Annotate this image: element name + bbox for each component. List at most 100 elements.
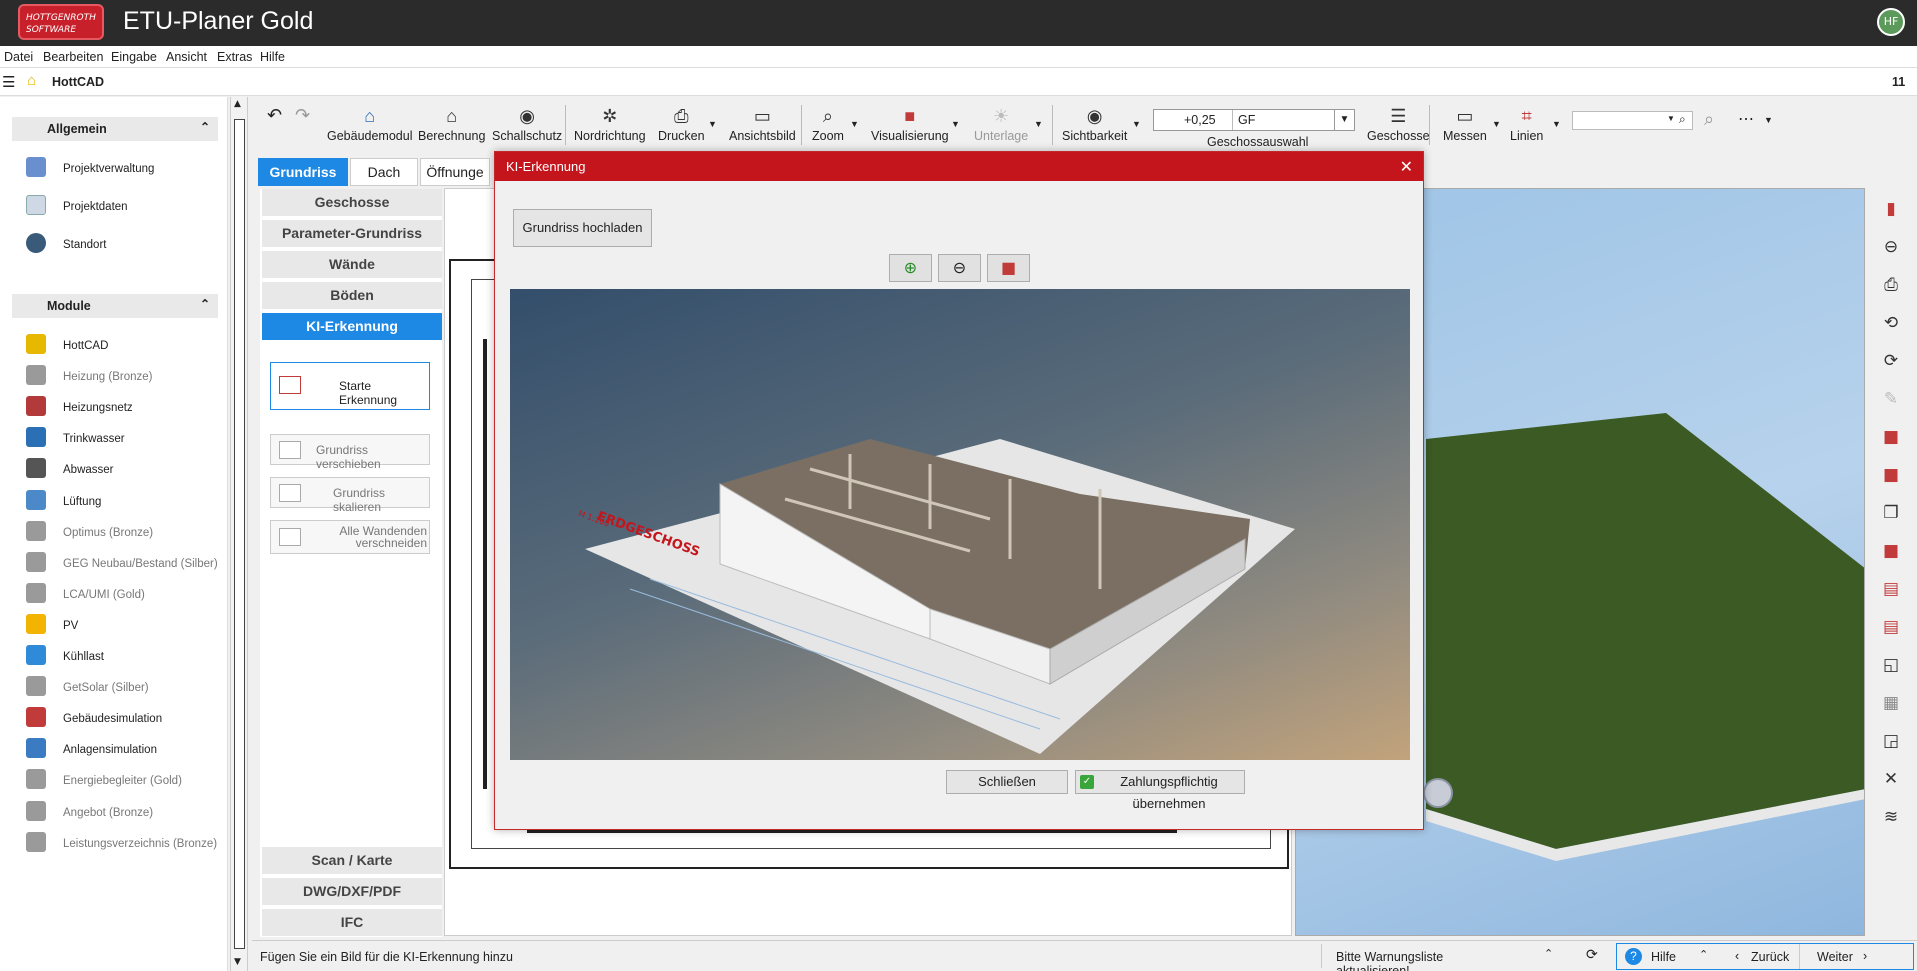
chevron-right-icon[interactable]: › [1863,949,1867,963]
sidebar-item-module[interactable]: Heizung (Bronze) [26,365,216,389]
select-frame-icon[interactable]: ◲ [1880,730,1902,752]
sidebar-item-module[interactable]: Angebot (Bronze) [26,800,216,825]
close-icon[interactable]: ✕ [1400,157,1413,177]
sidebar-item-module[interactable]: Anlagensimulation [26,738,216,762]
menu-extras[interactable]: Extras [217,50,252,64]
back-button[interactable]: Zurück [1751,950,1789,964]
nav-dwg-dxf-pdf[interactable]: DWG/DXF/PDF [262,878,442,906]
scroll-thumb[interactable] [234,119,245,949]
chevron-down-icon[interactable]: ▼ [1667,114,1675,123]
back-arrow-icon[interactable]: ⊖ [1880,236,1902,258]
sidebar-item-projektverwaltung[interactable]: Projektverwaltung [26,157,216,181]
panel-toggle-icon[interactable]: ▮ [1880,198,1902,220]
chevron-down-icon[interactable]: ▼ [1132,119,1141,129]
chevron-down-icon[interactable]: ▼ [1334,110,1354,130]
help-button[interactable]: Hilfe [1651,950,1676,964]
menu-ansicht[interactable]: Ansicht [166,50,207,64]
menu-bearbeiten[interactable]: Bearbeiten [43,50,103,64]
nordrichtung-button[interactable]: ✲ Nordrichtung [574,105,646,143]
cube-home-icon[interactable]: ■ [1880,540,1902,562]
sidebar-scrollbar[interactable]: ▲ ▼ [230,97,248,971]
sichtbarkeit-button[interactable]: ◉ Sichtbarkeit [1062,105,1127,143]
rotate-cube-icon[interactable]: ⟲ [1880,312,1902,334]
sidebar-item-projektdaten[interactable]: Projektdaten [26,195,216,219]
tab-oeffnungen[interactable]: Öffnunge [420,158,490,186]
chevron-down-icon[interactable]: ▼ [1764,115,1773,125]
visualisierung-button[interactable]: ■ Visualisierung [871,105,949,143]
sidebar-item-module[interactable]: HottCAD [26,334,216,358]
next-button[interactable]: Weiter [1817,950,1853,964]
copy-edit-icon[interactable]: ❐ [1880,502,1902,524]
chart-icon[interactable]: ▤ [1880,578,1902,600]
redo-icon[interactable]: ↷ [295,105,310,126]
nav-boeden[interactable]: Böden [262,282,442,310]
sidebar-group-general[interactable]: Allgemein ⌃ [12,117,218,141]
tab-dach[interactable]: Dach [350,158,418,186]
berechnung-button[interactable]: ⌂ Berechnung [418,105,485,143]
red-cube-icon[interactable]: ■ [1880,426,1902,448]
undo-icon[interactable]: ↶ [267,105,282,126]
sidebar-item-module[interactable]: Kühllast [26,645,216,669]
sidebar-item-module[interactable]: GEG Neubau/Bestand (Silber) [26,551,218,576]
drucken-button[interactable]: ⎙ Drucken [658,105,705,143]
geschosse-button[interactable]: ☰ Geschosse [1367,105,1430,143]
nav-ifc[interactable]: IFC [262,909,442,937]
sidebar-item-module[interactable]: LCA/UMI (Gold) [26,582,216,607]
sidebar-item-module[interactable]: Abwasser [26,458,216,482]
more-options-icon[interactable]: ⋯ [1738,109,1754,129]
messen-button[interactable]: ▭ Messen [1443,105,1487,143]
menu-eingabe[interactable]: Eingabe [111,50,157,64]
sidebar-item-module[interactable]: Gebäudesimulation [26,707,216,731]
collapse-icon[interactable]: ⌃ [200,297,210,311]
compass-rose-icon[interactable] [1423,778,1453,808]
chevron-down-icon[interactable]: ▼ [1034,119,1043,129]
linien-button[interactable]: ⌗ Linien [1510,105,1543,143]
sidebar-item-module[interactable]: Optimus (Bronze) [26,520,216,545]
user-avatar[interactable]: HF [1877,8,1905,36]
zoom-out-icon[interactable]: ⊖ [938,254,981,282]
find-icon[interactable]: ⌕ [1704,109,1714,130]
geschossauswahl-select[interactable]: +0,25 GF ▼ [1153,109,1355,131]
move-floorplan-button[interactable]: Grundriss verschieben [270,434,430,471]
sidebar-item-module[interactable]: Lüftung [26,489,216,514]
chevron-left-icon[interactable]: ‹ [1735,949,1739,963]
nav-ki-erkennung[interactable]: KI-Erkennung [262,313,442,341]
refresh-icon[interactable]: ⟳ [1586,946,1598,963]
scale-floorplan-button[interactable]: Grundriss skalieren [270,477,430,514]
nav-waende[interactable]: Wände [262,251,442,279]
printer-icon[interactable]: ⎙ [1880,274,1902,296]
cut-wall-ends-button[interactable]: Alle Wandenden verschneiden [270,520,430,554]
menu-datei[interactable]: Datei [4,50,33,64]
menu-hilfe[interactable]: Hilfe [260,50,285,64]
nav-scan-karte[interactable]: Scan / Karte [262,847,442,875]
search-input[interactable]: ▼ ⌕ [1572,111,1693,130]
sidebar-item-standort[interactable]: Standort [26,233,216,257]
upload-floorplan-button[interactable]: Grundriss hochladen [513,209,652,247]
hamburger-menu-icon[interactable]: ☰ [2,73,15,91]
accept-paid-button[interactable]: ✓ Zahlungspflichtig übernehmen [1075,770,1245,811]
nav-parameter-grundriss[interactable]: Parameter-Grundriss [262,220,442,248]
warning-list-button[interactable]: Bitte Warnungsliste aktualisieren! [1321,944,1499,971]
ansichtsbild-button[interactable]: ▭ Ansichtsbild [729,105,796,143]
tab-grundriss[interactable]: Grundriss [258,158,348,186]
scroll-down-icon[interactable]: ▼ [234,957,241,967]
chevron-down-icon[interactable]: ▼ [850,119,859,129]
shape-icon[interactable]: ◱ [1880,654,1902,676]
sidebar-item-module[interactable]: Trinkwasser [26,427,216,451]
sidebar-item-module[interactable]: Heizungsnetz [26,396,216,420]
help-icon[interactable]: ? [1625,948,1642,965]
chevron-up-icon[interactable]: ⌃ [1699,948,1708,961]
gebaeudemodul-button[interactable]: ⌂ Gebäudemodul [327,105,412,143]
zoom-button[interactable]: ⌕ Zoom [812,105,844,143]
search-icon[interactable]: ⌕ [1679,112,1686,127]
sidebar-item-module[interactable]: GetSolar (Silber) [26,676,216,700]
document-icon[interactable]: ▤ [1880,616,1902,638]
cube-view-icon[interactable]: ■ [987,254,1030,282]
close-dialog-button[interactable]: Schließen [946,770,1068,794]
sidebar-item-module[interactable]: Leistungsverzeichnis (Bronze) [26,831,217,856]
nav-geschosse[interactable]: Geschosse [262,189,442,217]
tools-icon[interactable]: ✕ [1880,768,1902,790]
schallschutz-button[interactable]: ◉ Schallschutz [492,105,562,143]
chevron-down-icon[interactable]: ▼ [1492,119,1501,129]
scroll-up-icon[interactable]: ▲ [234,99,241,109]
